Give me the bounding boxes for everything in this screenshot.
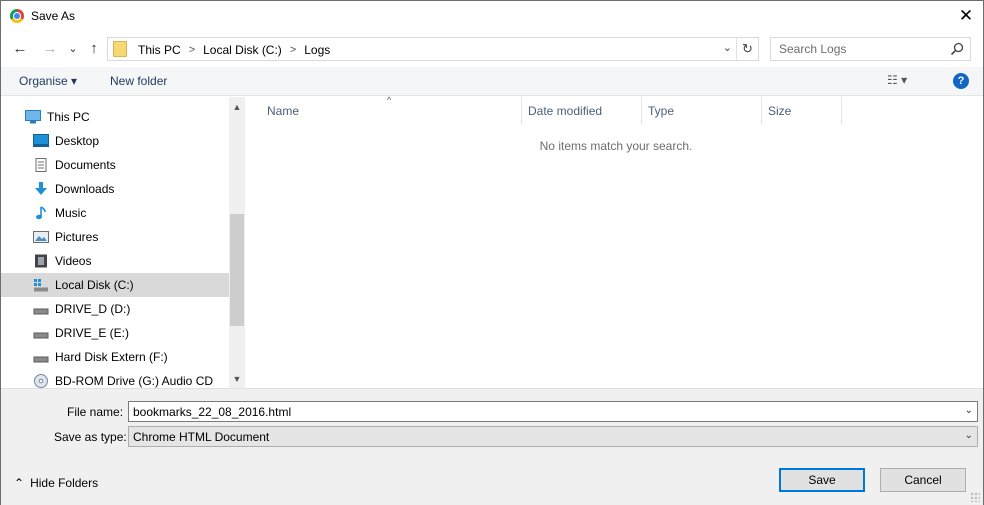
sidebar-item-music[interactable]: Music (1, 201, 229, 225)
hide-folders-button[interactable]: ⌃ Hide Folders (14, 476, 98, 490)
empty-message: No items match your search. (539, 139, 693, 153)
computer-icon (25, 110, 41, 124)
documents-icon (35, 158, 47, 172)
sidebar-item-label: Downloads (55, 182, 115, 196)
sidebar-item-drive-e[interactable]: DRIVE_E (E:) (1, 321, 229, 345)
scrollbar-thumb[interactable] (230, 214, 244, 326)
chevron-up-icon: ⌃ (14, 476, 25, 490)
column-header-label: Date modified (528, 104, 603, 118)
sidebar-item-label: Documents (55, 158, 116, 172)
navigation-bar: ← → ⌄ ↑ This PC > Local Disk (C:) > Logs… (1, 34, 983, 62)
sidebar-item-videos[interactable]: Videos (1, 249, 229, 273)
command-toolbar: Organise ▾ New folder ☷ ▾ ? (1, 67, 983, 96)
cancel-button[interactable]: Cancel (880, 468, 966, 492)
breadcrumb: This PC > Local Disk (C:) > Logs (138, 43, 330, 57)
recent-locations-button[interactable]: ⌄ (64, 38, 82, 58)
address-dropdown-icon[interactable]: ⌄ (723, 41, 732, 54)
up-button[interactable]: ↑ (85, 38, 103, 58)
search-icon[interactable] (950, 42, 964, 56)
chevron-down-icon[interactable]: ⌄ (965, 405, 973, 416)
filetype-label: Save as type: (54, 430, 127, 444)
videos-icon (35, 254, 47, 268)
sidebar-item-label: Videos (55, 254, 92, 268)
breadcrumb-separator[interactable]: > (290, 44, 296, 56)
save-as-dialog: Save As ✕ ← → ⌄ ↑ This PC > Local Disk (… (0, 0, 984, 505)
sidebar-item-pictures[interactable]: Pictures (1, 225, 229, 249)
forward-button[interactable]: → (41, 38, 59, 58)
breadcrumb-logs[interactable]: Logs (304, 43, 330, 57)
chrome-icon (10, 9, 24, 23)
breadcrumb-local-disk[interactable]: Local Disk (C:) (203, 43, 282, 57)
column-header-label: Name (267, 104, 300, 118)
hide-folders-label: Hide Folders (30, 476, 99, 490)
sidebar-item-label: DRIVE_D (D:) (55, 302, 131, 316)
save-button[interactable]: Save (779, 468, 865, 492)
filename-field[interactable]: bookmarks_22_08_2016.html ⌄ (128, 401, 978, 422)
sidebar-item-label: Desktop (55, 134, 100, 148)
file-list: ^ Name Date modified Type Size No items … (246, 95, 983, 388)
search-input[interactable] (771, 38, 946, 60)
folder-icon (113, 41, 127, 57)
column-header-label: Size (768, 104, 792, 118)
drive-icon (33, 308, 49, 315)
column-header-label: Type (648, 104, 675, 118)
close-button[interactable]: ✕ (949, 1, 983, 31)
drive-icon (33, 356, 49, 363)
scroll-down-icon[interactable]: ▼ (229, 371, 245, 387)
filename-value[interactable]: bookmarks_22_08_2016.html (133, 405, 291, 419)
sidebar-item-label: Music (55, 206, 87, 220)
scroll-up-icon[interactable]: ▲ (229, 99, 245, 115)
sidebar-item-documents[interactable]: Documents (1, 153, 229, 177)
sidebar-item-label: Hard Disk Extern (F:) (55, 350, 168, 364)
refresh-button[interactable]: ↻ (736, 38, 758, 60)
back-button[interactable]: ← (11, 38, 29, 58)
downloads-icon (35, 182, 47, 195)
sidebar-item-label: This PC (47, 110, 90, 124)
sidebar-item-label: Pictures (55, 230, 99, 244)
column-header-type[interactable]: Type (642, 97, 762, 125)
desktop-icon (33, 134, 49, 147)
resize-grip-icon[interactable] (970, 492, 980, 502)
sidebar-item-label: BD-ROM Drive (G:) Audio CD (55, 374, 214, 388)
chevron-down-icon[interactable]: ⌄ (965, 430, 973, 441)
filename-label: File name: (67, 405, 124, 419)
cd-drive-icon (34, 374, 48, 388)
sidebar-item-drive-d[interactable]: DRIVE_D (D:) (1, 297, 229, 321)
sidebar-item-label: DRIVE_E (E:) (55, 326, 130, 340)
sidebar-item-label: Local Disk (C:) (55, 278, 134, 292)
title-bar: Save As ✕ (1, 1, 983, 31)
filetype-value: Chrome HTML Document (133, 430, 270, 444)
window-title: Save As (31, 9, 76, 23)
address-bar[interactable]: This PC > Local Disk (C:) > Logs ⌄ ↻ (107, 37, 759, 61)
pictures-icon (33, 231, 49, 243)
system-drive-icon (34, 279, 48, 292)
column-header-name[interactable]: Name (261, 97, 522, 125)
filetype-select[interactable]: Chrome HTML Document ⌄ (128, 426, 978, 447)
column-header-size[interactable]: Size (762, 97, 842, 125)
view-options-button[interactable]: ☷ ▾ (887, 73, 907, 87)
sidebar-item-downloads[interactable]: Downloads (1, 177, 229, 201)
organise-menu[interactable]: Organise ▾ (19, 74, 77, 88)
new-folder-button[interactable]: New folder (110, 74, 167, 88)
navigation-pane: This PC Desktop Documents Downloads Musi… (1, 97, 245, 388)
sidebar-item-desktop[interactable]: Desktop (1, 129, 229, 153)
save-options-panel: File name: bookmarks_22_08_2016.html ⌄ S… (1, 388, 983, 505)
sidebar-item-drive-f[interactable]: Hard Disk Extern (F:) (1, 345, 229, 369)
sidebar-scrollbar[interactable]: ▲ ▼ (229, 97, 245, 388)
search-box (770, 37, 971, 61)
help-icon[interactable]: ? (953, 73, 969, 89)
column-header-date-modified[interactable]: Date modified (522, 97, 642, 125)
sidebar-item-local-disk-c[interactable]: Local Disk (C:) (1, 273, 229, 297)
sidebar-item-this-pc[interactable]: This PC (1, 105, 229, 129)
sidebar-item-drive-g[interactable]: BD-ROM Drive (G:) Audio CD (1, 369, 229, 388)
music-icon (36, 206, 46, 220)
breadcrumb-this-pc[interactable]: This PC (138, 43, 181, 57)
breadcrumb-separator[interactable]: > (189, 44, 195, 56)
drive-icon (33, 332, 49, 339)
